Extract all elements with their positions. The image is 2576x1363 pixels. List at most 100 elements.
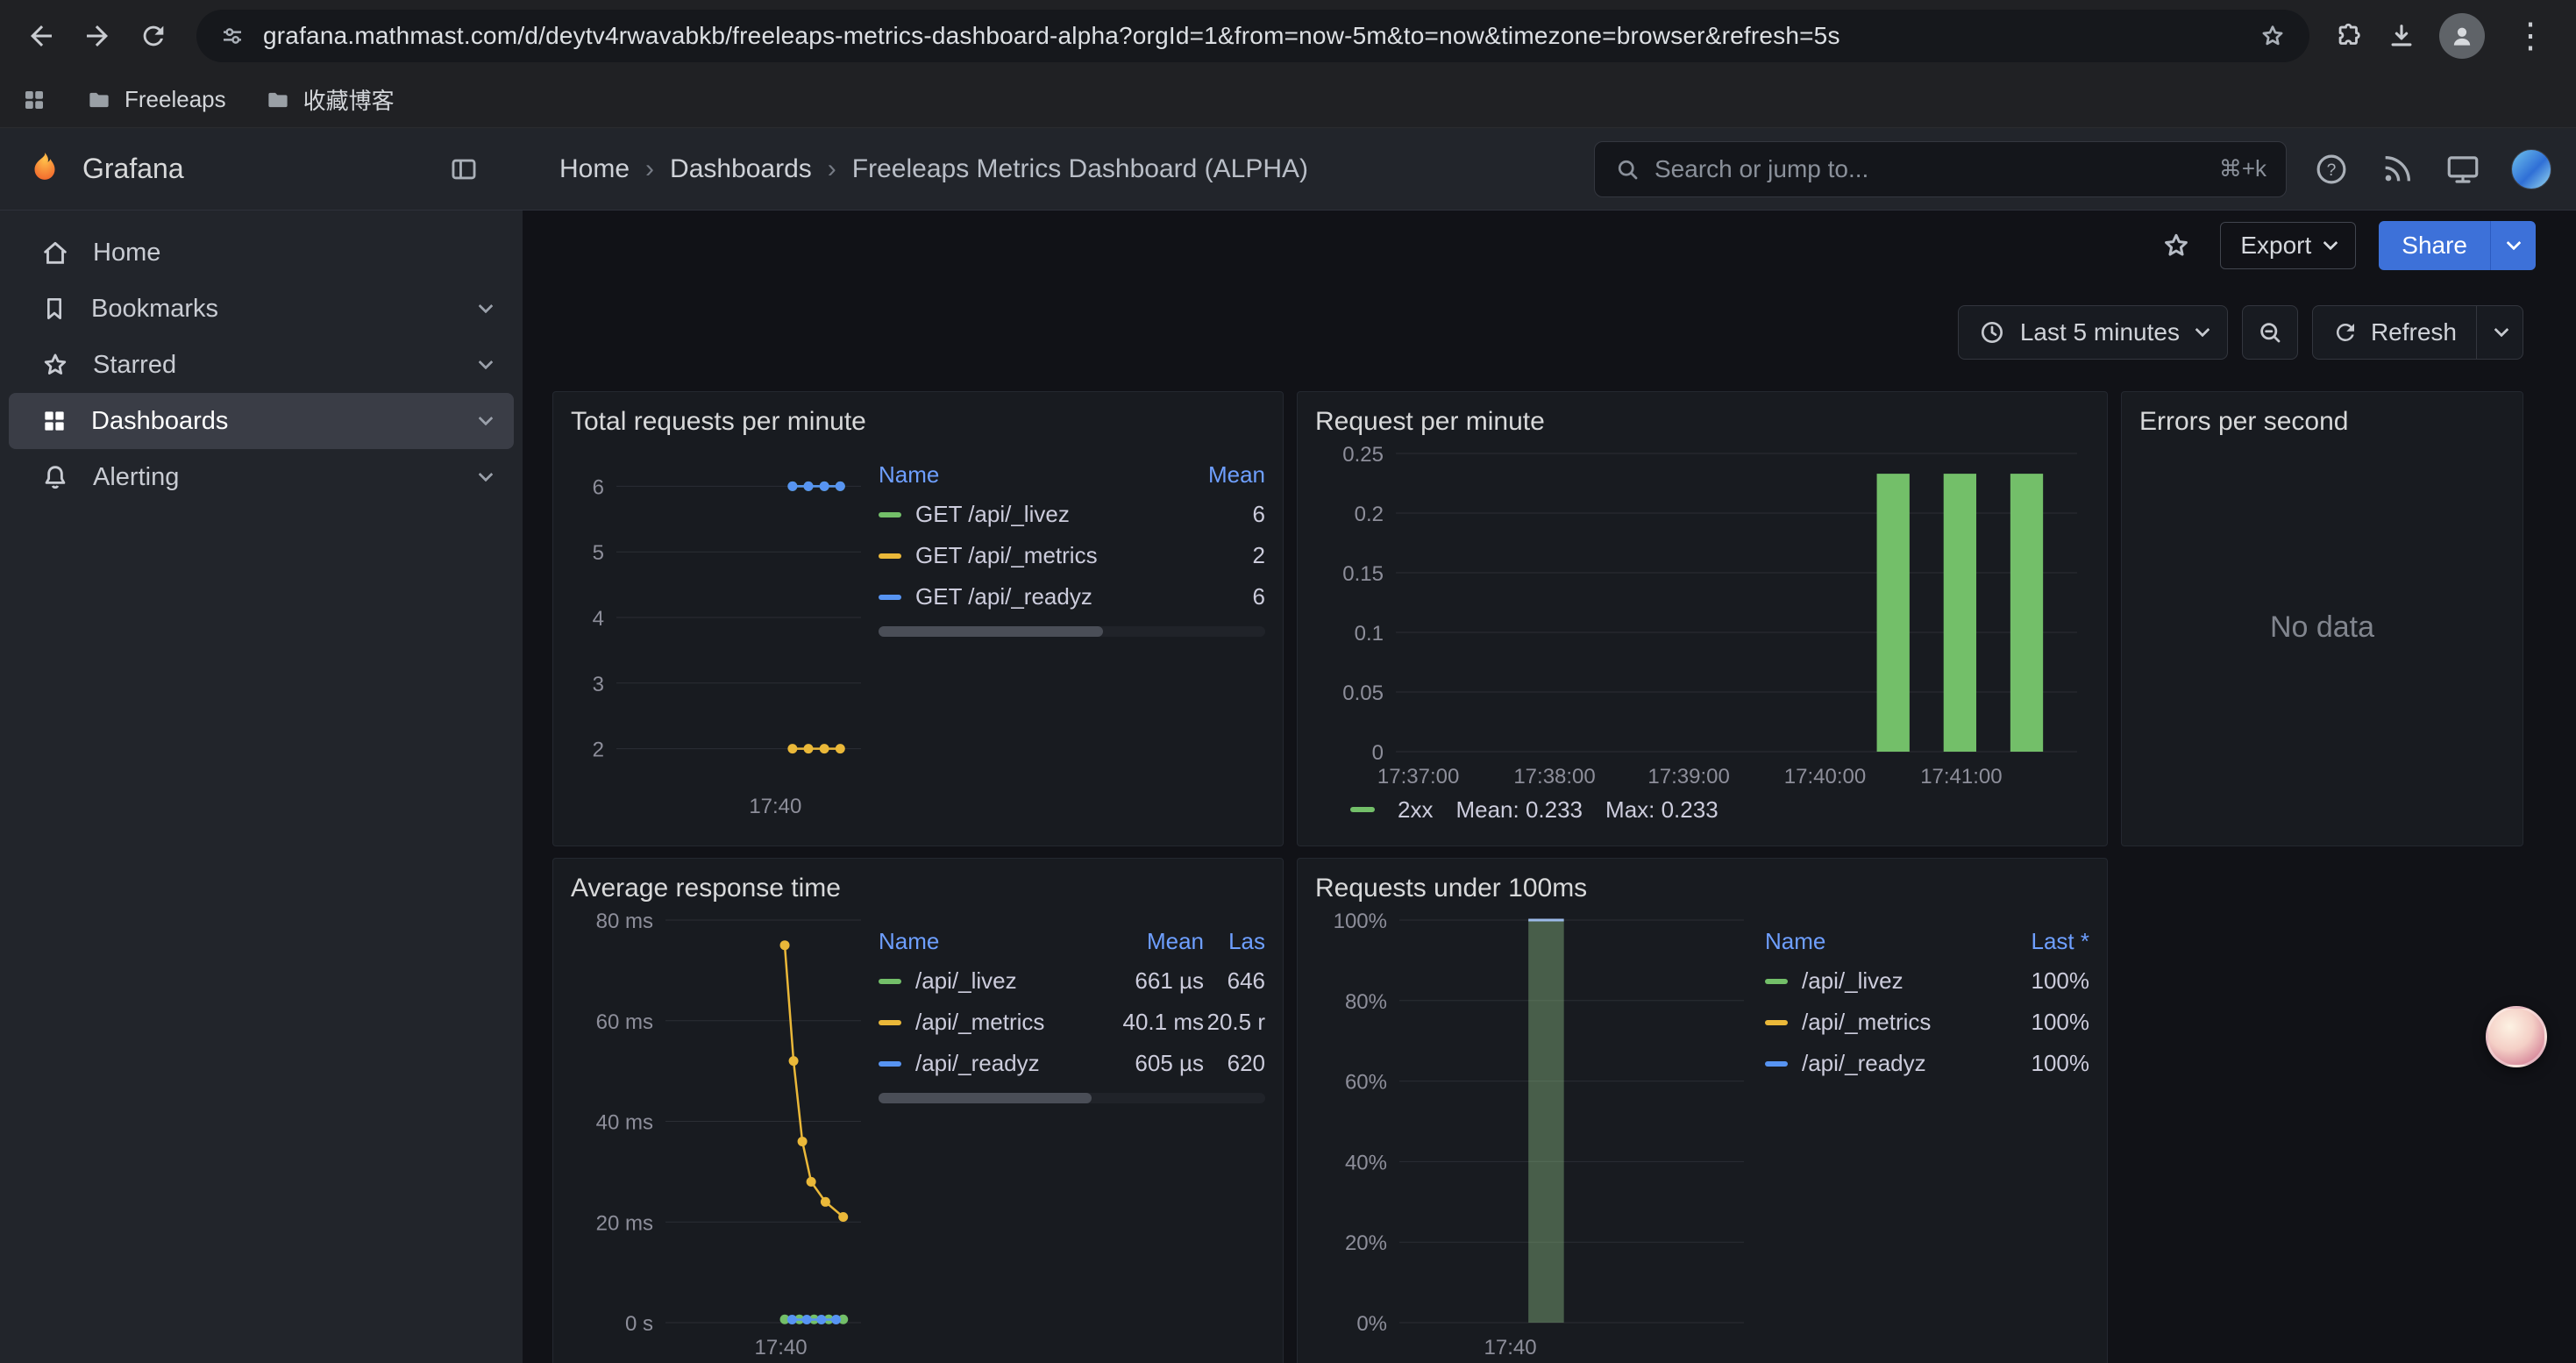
refresh-interval-button[interactable] — [2477, 306, 2523, 359]
average-response-time-chart[interactable]: 0 s20 ms40 ms60 ms80 ms17:40 — [571, 910, 873, 1361]
legend-row[interactable]: GET /api/_livez6 — [879, 494, 1265, 535]
chevron-down-icon[interactable] — [479, 299, 494, 314]
request-per-minute-chart[interactable]: 00.050.10.150.20.2517:37:0017:38:0017:39… — [1315, 443, 2089, 790]
legend-row[interactable]: /api/_livez100% — [1765, 960, 2089, 1002]
legend-cell: Mean — [1072, 928, 1204, 955]
share-button[interactable]: Share — [2379, 221, 2490, 270]
panel-title[interactable]: Request per minute — [1315, 401, 2089, 443]
apps-grid-icon[interactable] — [21, 87, 47, 113]
sidebar-item-label: Bookmarks — [91, 295, 458, 324]
total-requests-chart[interactable]: 2345617:40 — [571, 443, 873, 820]
legend-scrollbar[interactable] — [879, 1093, 1265, 1103]
legend-inline[interactable]: 2xx Mean: 0.233 Max: 0.233 — [1315, 790, 2089, 829]
chart-svg: 00.050.10.150.20.2517:37:0017:38:0017:39… — [1315, 443, 2089, 790]
requests-under-100ms-chart[interactable]: 0%20%40%60%80%100%17:40 — [1315, 910, 1756, 1361]
floating-avatar[interactable] — [2486, 1006, 2547, 1067]
brand-block: Grafana — [0, 149, 498, 189]
chevron-down-icon — [2494, 323, 2509, 338]
share-menu-button[interactable] — [2490, 221, 2536, 270]
panel-title[interactable]: Average response time — [571, 867, 1265, 910]
series-color-dash — [879, 512, 901, 517]
panel-request-per-minute: Request per minute 00.050.10.150.20.2517… — [1297, 391, 2108, 846]
svg-text:0.2: 0.2 — [1355, 503, 1384, 526]
bookmark-folder-freeleaps[interactable]: Freeleaps — [86, 86, 226, 113]
star-icon — [40, 350, 70, 380]
refresh-button[interactable]: Refresh — [2313, 306, 2476, 359]
zoom-out-button[interactable] — [2242, 305, 2298, 360]
svg-text:60 ms: 60 ms — [596, 1010, 653, 1034]
search-box[interactable]: ⌘+k — [1594, 141, 2287, 197]
site-settings-icon[interactable] — [219, 23, 246, 49]
header-icons: ? — [2287, 149, 2576, 189]
sidebar-item-dashboards[interactable]: Dashboards — [9, 393, 514, 449]
legend-row[interactable]: GET /api/_metrics2 — [879, 535, 1265, 576]
chevron-down-icon[interactable] — [479, 411, 494, 426]
chevron-down-icon[interactable] — [479, 467, 494, 482]
panel-total-requests: Total requests per minute 2345617:40 Nam… — [552, 391, 1284, 846]
url-text: grafana.mathmast.com/d/deytv4rwavabkb/fr… — [263, 22, 2241, 50]
legend-cell: 100% — [1984, 1050, 2089, 1077]
chevron-down-icon — [2195, 323, 2210, 338]
refresh-split-button: Refresh — [2312, 305, 2523, 360]
legend-row[interactable]: /api/_readyz100% — [1765, 1043, 2089, 1084]
legend-row[interactable]: GET /api/_readyz6 — [879, 576, 1265, 617]
legend-row[interactable]: /api/_livez661 µs646 — [879, 960, 1265, 1002]
sidebar-item-home[interactable]: Home — [9, 225, 514, 281]
url-bar[interactable]: grafana.mathmast.com/d/deytv4rwavabkb/fr… — [196, 10, 2309, 62]
forward-button[interactable] — [72, 11, 123, 61]
browser-profile-avatar[interactable] — [2439, 13, 2485, 59]
breadcrumb-dashboards[interactable]: Dashboards — [670, 154, 812, 184]
breadcrumb-home[interactable]: Home — [559, 154, 630, 184]
breadcrumb-separator: › — [828, 154, 836, 184]
bookmark-folder-blogs[interactable]: 收藏博客 — [265, 83, 395, 116]
legend-row[interactable]: /api/_readyz605 µs620 — [879, 1043, 1265, 1084]
panel-title[interactable]: Errors per second — [2139, 401, 2505, 443]
svg-text:0: 0 — [1372, 741, 1384, 765]
favorite-star-button[interactable] — [2155, 225, 2197, 267]
reload-button[interactable] — [128, 11, 179, 61]
panel-errors-per-second: Errors per second No data — [2121, 391, 2523, 846]
chevron-down-icon[interactable] — [479, 355, 494, 370]
legend-cell: 620 — [1204, 1050, 1265, 1077]
search-input[interactable] — [1654, 155, 2205, 183]
panel-title[interactable]: Total requests per minute — [571, 401, 1265, 443]
sidebar-item-label: Alerting — [93, 463, 458, 492]
legend-row[interactable]: /api/_metrics100% — [1765, 1002, 2089, 1043]
share-label: Share — [2402, 232, 2467, 260]
legend-header: NameMeanLas — [879, 922, 1265, 960]
sidebar-item-alerting[interactable]: Alerting — [9, 449, 514, 505]
legend-row[interactable]: /api/_metrics40.1 ms20.5 r — [879, 1002, 1265, 1043]
legend-cell: /api/_metrics — [879, 1009, 1072, 1036]
legend-scrollbar[interactable] — [879, 626, 1265, 637]
extensions-puzzle-icon[interactable] — [2334, 21, 2364, 51]
sidebar-item-starred[interactable]: Starred — [9, 337, 514, 393]
news-feed-icon[interactable] — [2380, 152, 2415, 187]
series-name: /api/_readyz — [915, 1050, 1040, 1077]
time-range-picker[interactable]: Last 5 minutes — [1958, 305, 2228, 360]
sidebar-toggle-icon[interactable] — [449, 154, 479, 184]
user-avatar[interactable] — [2511, 149, 2551, 189]
monitor-icon[interactable] — [2444, 151, 2481, 188]
back-button[interactable] — [16, 11, 67, 61]
scrollbar-thumb[interactable] — [879, 626, 1103, 637]
legend-cell: 2 — [1169, 542, 1265, 569]
legend-cell: 100% — [1984, 967, 2089, 995]
downloads-icon[interactable] — [2387, 21, 2416, 51]
help-icon[interactable]: ? — [2313, 151, 2350, 188]
legend-cell: Name — [1765, 928, 1984, 955]
bookmark-star-icon[interactable] — [2259, 22, 2287, 50]
series-name: GET /api/_livez — [915, 501, 1070, 528]
grafana-logo[interactable] — [25, 149, 65, 189]
refresh-label: Refresh — [2371, 318, 2457, 346]
legend-cell: Las — [1204, 928, 1265, 955]
dashboard-actions-row: Export Share — [2155, 221, 2536, 270]
sidebar-item-bookmarks[interactable]: Bookmarks — [9, 281, 514, 337]
browser-menu-kebab-icon[interactable]: ⋮ — [2508, 18, 2553, 54]
series-color-dash — [879, 979, 901, 984]
export-button[interactable]: Export — [2220, 222, 2356, 269]
scrollbar-thumb[interactable] — [879, 1093, 1092, 1103]
panel-title[interactable]: Requests under 100ms — [1315, 867, 2089, 910]
person-icon — [2447, 21, 2477, 51]
series-name: GET /api/_readyz — [915, 583, 1092, 610]
svg-text:17:41:00: 17:41:00 — [1920, 765, 2002, 789]
